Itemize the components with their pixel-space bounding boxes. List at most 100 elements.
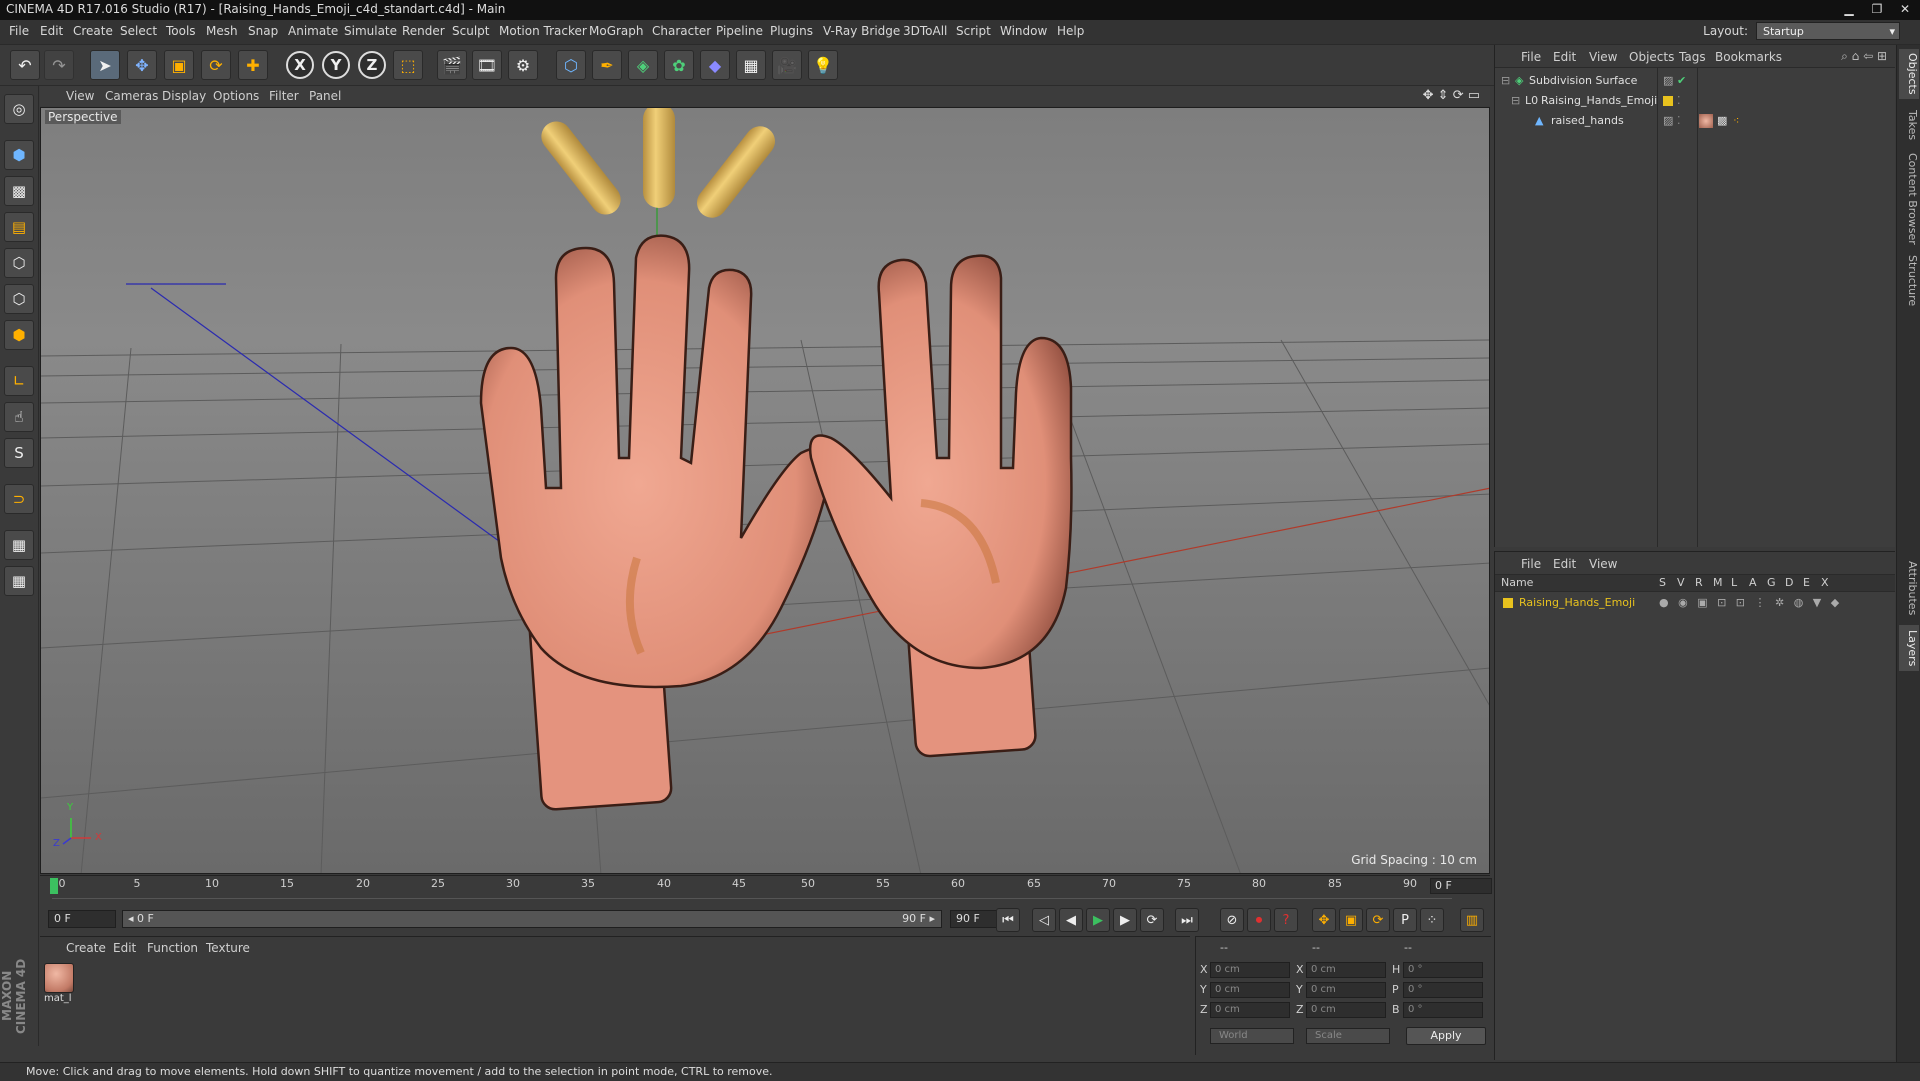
menu-window[interactable]: Window xyxy=(1000,24,1047,38)
menu-snap[interactable]: Snap xyxy=(248,24,278,38)
viewport-menu-panel[interactable]: Panel xyxy=(309,89,341,103)
prev-frame-button[interactable]: ◀ xyxy=(1059,908,1083,932)
edit-visibility-icon[interactable]: ▨ xyxy=(1663,72,1673,90)
menu-tools[interactable]: Tools xyxy=(166,24,196,38)
object-row-raised-hands[interactable]: ▲ raised_hands ▨ ⁚ ▩ ⁖ xyxy=(1495,112,1895,130)
coord-pos-x-field[interactable]: 0 cm xyxy=(1210,962,1290,978)
rotate-tool-button[interactable]: ⟳ xyxy=(201,50,231,80)
solo-mode-button[interactable]: S xyxy=(4,438,34,468)
timeline-button[interactable]: ▥ xyxy=(1460,908,1484,932)
viewport-nav-icons[interactable]: ✥ ⇕ ⟳ ▭ xyxy=(1423,88,1480,103)
maximize-button[interactable]: ❐ xyxy=(1864,0,1890,18)
menu-create[interactable]: Create xyxy=(73,24,113,38)
tab-attributes[interactable]: Attributes xyxy=(1899,555,1919,621)
live-selection-button[interactable]: ➤ xyxy=(90,50,120,80)
minimize-button[interactable]: ▁ xyxy=(1836,0,1862,18)
visibility-dots-icon[interactable]: ⁚ xyxy=(1677,112,1681,130)
pen-button[interactable]: ✒ xyxy=(592,50,622,80)
viewport-menu-filter[interactable]: Filter xyxy=(269,89,299,103)
material-menu-function[interactable]: Function xyxy=(147,941,198,955)
x-axis-button[interactable]: X xyxy=(286,51,314,79)
coord-size-y-field[interactable]: 0 cm xyxy=(1306,982,1386,998)
redo-button[interactable]: ↷ xyxy=(44,50,74,80)
mograph-button[interactable]: ✿ xyxy=(664,50,694,80)
coord-size-x-field[interactable]: 0 cm xyxy=(1306,962,1386,978)
menu-vray-bridge[interactable]: V-Ray Bridge xyxy=(823,24,900,38)
workplane-mode-button[interactable]: ▤ xyxy=(4,212,34,242)
recent-tool-button[interactable]: ✚ xyxy=(238,50,268,80)
floor-button[interactable]: ▦ xyxy=(736,50,766,80)
layers-menu-edit[interactable]: Edit xyxy=(1553,557,1576,571)
material-menu-texture[interactable]: Texture xyxy=(206,941,250,955)
layout-select[interactable]: Startup ▾ xyxy=(1756,22,1900,40)
material-menu-create[interactable]: Create xyxy=(66,941,106,955)
layer-row[interactable]: Raising_Hands_Emoji ● ◉ ▣ ⊡ ⊡ ⋮ ✲ ◍ ▼ ◆ xyxy=(1495,594,1895,612)
point-mode-button[interactable]: ⬡ xyxy=(4,248,34,278)
playhead-marker[interactable] xyxy=(50,878,58,894)
objects-menu-edit[interactable]: Edit xyxy=(1553,50,1576,64)
polygon-mode-button[interactable]: ⬢ xyxy=(4,320,34,350)
menu-edit[interactable]: Edit xyxy=(40,24,63,38)
timeline-ruler[interactable]: 0 5 10 15 20 25 30 35 40 45 50 55 60 65 … xyxy=(40,875,1492,899)
objects-menu-tags[interactable]: Tags xyxy=(1679,50,1706,64)
coord-size-z-field[interactable]: 0 cm xyxy=(1306,1002,1386,1018)
menu-3dtoall[interactable]: 3DToAll xyxy=(903,24,947,38)
goto-end-button[interactable]: ⏭ xyxy=(1175,908,1199,932)
render-picture-viewer-button[interactable]: 🎞 xyxy=(472,50,502,80)
viewport-menu-view[interactable]: View xyxy=(66,89,94,103)
cube-button[interactable]: ⬡ xyxy=(556,50,586,80)
layer-color-swatch[interactable] xyxy=(1663,96,1673,106)
menu-mesh[interactable]: Mesh xyxy=(206,24,238,38)
tab-takes[interactable]: Takes xyxy=(1899,105,1919,145)
coord-rot-p-field[interactable]: 0 ° xyxy=(1403,982,1483,998)
enabled-check-icon[interactable]: ✔ xyxy=(1677,72,1686,90)
layer-color-swatch[interactable] xyxy=(1503,598,1513,608)
objects-menu-file[interactable]: File xyxy=(1521,50,1541,64)
key-position-button[interactable]: ✥ xyxy=(1312,908,1336,932)
key-rotation-button[interactable]: ⟳ xyxy=(1366,908,1390,932)
light-button[interactable]: 💡 xyxy=(808,50,838,80)
object-row-raising-hands-emoji[interactable]: ⊟ L0 Raising_Hands_Emoji ⁚ xyxy=(1495,92,1895,110)
layers-menu-view[interactable]: View xyxy=(1589,557,1617,571)
current-frame-field[interactable]: 0 F xyxy=(1430,878,1492,894)
layers-menu-file[interactable]: File xyxy=(1521,557,1541,571)
coord-rot-b-field[interactable]: 0 ° xyxy=(1403,1002,1483,1018)
key-scale-button[interactable]: ▣ xyxy=(1339,908,1363,932)
menu-file[interactable]: File xyxy=(9,24,29,38)
coordinate-system-button[interactable]: ⬚ xyxy=(393,50,423,80)
menu-mograph[interactable]: MoGraph xyxy=(589,24,644,38)
scale-tool-button[interactable]: ▣ xyxy=(164,50,194,80)
objects-search-icons[interactable]: ⌕ ⌂ ⇦ ⊞ xyxy=(1841,49,1887,64)
coord-pos-y-field[interactable]: 0 cm xyxy=(1210,982,1290,998)
edit-visibility-icon[interactable]: ▨ xyxy=(1663,112,1673,130)
render-view-button[interactable]: 🎬 xyxy=(437,50,467,80)
camera-button[interactable]: 🎥 xyxy=(772,50,802,80)
edge-mode-button[interactable]: ⬡ xyxy=(4,284,34,314)
texture-mode-button[interactable]: ▩ xyxy=(4,176,34,206)
y-axis-button[interactable]: Y xyxy=(322,51,350,79)
menu-simulate[interactable]: Simulate xyxy=(344,24,397,38)
material-tag-icon[interactable] xyxy=(1699,114,1713,128)
z-axis-button[interactable]: Z xyxy=(358,51,386,79)
3d-viewport[interactable]: Y X Z Perspective Grid Spacing : 10 cm xyxy=(40,107,1490,874)
object-row-subdivision-surface[interactable]: ⊟ ◈ Subdivision Surface ▨ ✔ xyxy=(1495,72,1895,90)
tab-objects[interactable]: Objects xyxy=(1899,49,1919,99)
menu-animate[interactable]: Animate xyxy=(288,24,338,38)
render-settings-button[interactable]: ⚙ xyxy=(508,50,538,80)
menu-plugins[interactable]: Plugins xyxy=(770,24,813,38)
undo-button[interactable]: ↶ xyxy=(10,50,40,80)
material-swatch[interactable] xyxy=(44,963,74,993)
material-menu-edit[interactable]: Edit xyxy=(113,941,136,955)
planar-workplane-button[interactable]: ▦ xyxy=(4,566,34,596)
menu-character[interactable]: Character xyxy=(652,24,711,38)
snap-button[interactable]: ⊃ xyxy=(4,484,34,514)
size-mode-dropdown[interactable]: Scale xyxy=(1306,1028,1390,1044)
axis-mode-button[interactable]: ∟ xyxy=(4,366,34,396)
layer-flag-icons[interactable]: ● ◉ ▣ ⊡ ⊡ ⋮ ✲ ◍ ▼ ◆ xyxy=(1659,594,1842,612)
menu-select[interactable]: Select xyxy=(120,24,157,38)
objects-menu-objects[interactable]: Objects xyxy=(1629,50,1674,64)
preview-range-slider[interactable]: ◂ 0 F 90 F ▸ xyxy=(122,910,942,928)
viewport-menu-cameras[interactable]: Cameras xyxy=(105,89,158,103)
key-parameter-button[interactable]: P xyxy=(1393,908,1417,932)
key-point-level-button[interactable]: ⁘ xyxy=(1420,908,1444,932)
